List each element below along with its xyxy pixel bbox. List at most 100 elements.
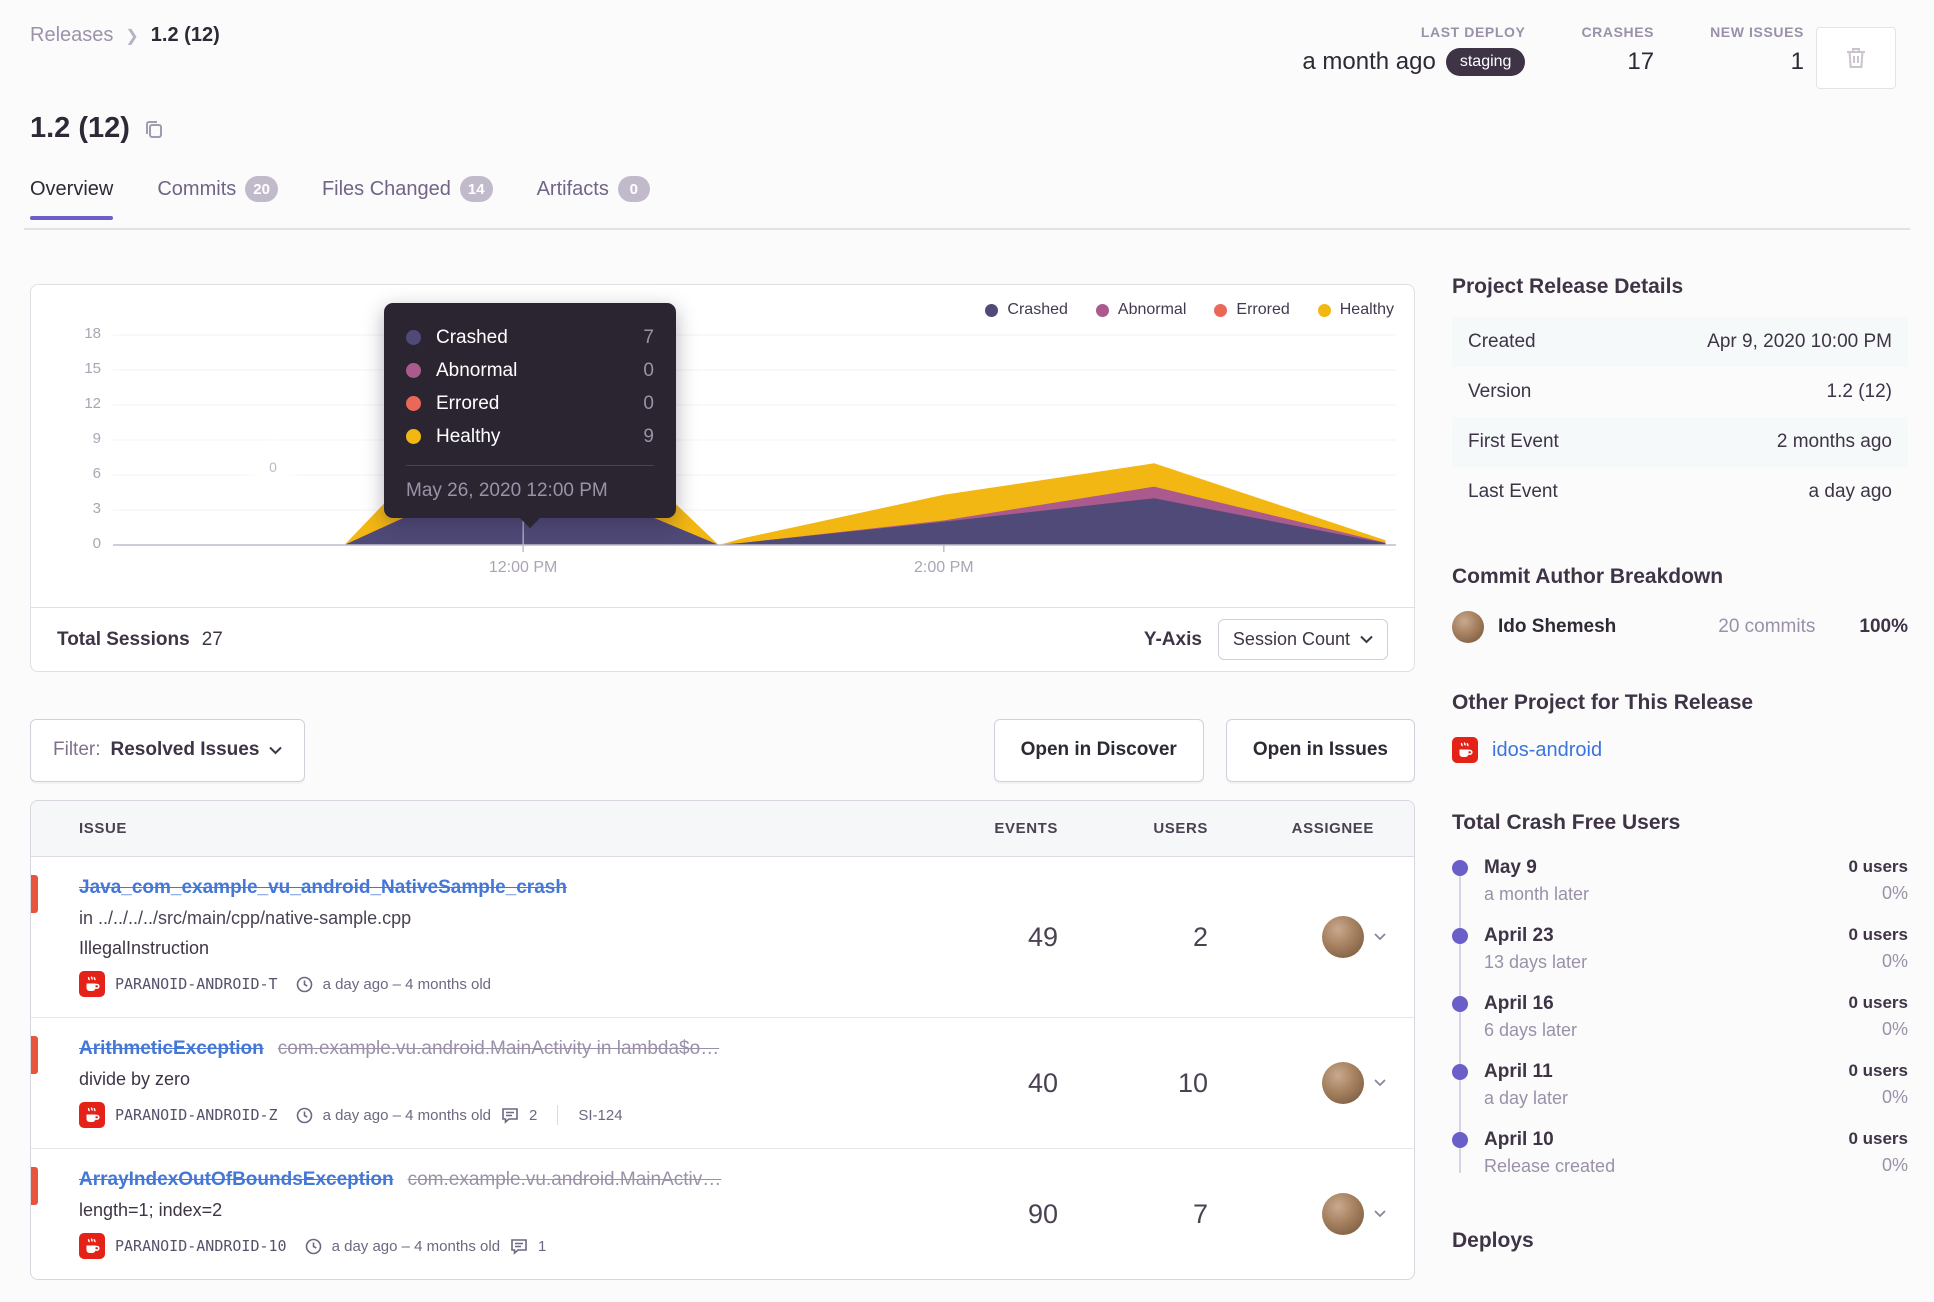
release-sidebar: Project Release Details Created Apr 9, 20…	[1452, 275, 1908, 1253]
tab-commits[interactable]: Commits 20	[157, 176, 278, 220]
project-slug: PARANOID-ANDROID-10	[115, 1237, 287, 1255]
crash-free-percent: 0%	[1881, 1155, 1908, 1175]
issue-level-indicator	[31, 875, 38, 913]
chevron-down-icon	[1360, 635, 1373, 644]
assignee-cell[interactable]	[1234, 1018, 1414, 1148]
legend-item-abnormal[interactable]: Abnormal	[1095, 301, 1186, 319]
details-table: Created Apr 9, 2020 10:00 PM Version 1.2 (…	[1452, 317, 1908, 517]
chart-footer: Total Sessions 27 Y-Axis Session Count	[31, 607, 1414, 671]
y-axis-tick: 0	[92, 535, 101, 552]
issue-title-link[interactable]: ArithmeticException	[79, 1038, 264, 1059]
issues-table-header: ISSUE EVENTS USERS ASSIGNEE	[31, 801, 1414, 857]
java-project-icon	[79, 971, 105, 997]
crash-free-item: April 11 a day later 0 users 0%	[1452, 1061, 1908, 1109]
series-dot-icon	[406, 429, 421, 444]
sessions-chart-card: Crashed Abnormal Errored Healthy 0 3 6 9 12 15 18…	[30, 284, 1415, 672]
legend-item-healthy[interactable]: Healthy	[1317, 301, 1394, 319]
legend-item-errored[interactable]: Errored	[1214, 301, 1290, 319]
legend-item-crashed[interactable]: Crashed	[985, 301, 1068, 319]
issue-culprit: com.example.vu.android.MainActiv…	[407, 1169, 722, 1190]
y-axis-tick: 6	[92, 465, 101, 482]
crash-free-sub: Release created	[1484, 1156, 1616, 1176]
deploys-heading: Deploys	[1452, 1229, 1534, 1252]
copy-icon[interactable]	[144, 119, 164, 139]
tab-overview[interactable]: Overview	[30, 176, 114, 220]
crash-free-item: April 16 6 days later 0 users 0%	[1452, 993, 1908, 1041]
avatar	[1452, 611, 1484, 643]
column-users: USERS	[1153, 820, 1208, 837]
last-deploy-value: a month ago	[1302, 48, 1436, 75]
issue-short-id: SI-124	[578, 1106, 623, 1124]
assignee-cell[interactable]	[1234, 1149, 1414, 1279]
open-in-discover-button[interactable]: Open in Discover	[993, 718, 1204, 782]
author-percent: 100%	[1859, 616, 1908, 637]
x-axis-tick: 12:00 PM	[488, 559, 558, 576]
crash-free-users: 0 users	[1848, 925, 1908, 944]
issue-age: a day ago – 4 months old	[322, 975, 492, 993]
stat-label: LAST DEPLOY	[1420, 24, 1526, 40]
avatar	[1322, 1062, 1364, 1104]
crash-free-users: 0 users	[1848, 1129, 1908, 1148]
sessions-area-chart[interactable]	[113, 327, 1396, 567]
crash-free-date: April 16	[1484, 993, 1554, 1014]
stat-label: NEW ISSUES	[1710, 24, 1804, 40]
chevron-right-icon: ❯	[125, 27, 139, 45]
y-axis-tick: 12	[84, 395, 101, 412]
detail-row-created: Created Apr 9, 2020 10:00 PM	[1452, 317, 1908, 367]
crash-free-sub: 6 days later	[1484, 1020, 1578, 1040]
y-axis-tick: 15	[84, 360, 101, 377]
chevron-down-icon	[1374, 1210, 1386, 1218]
issue-row[interactable]: Java_com_example_vu_android_NativeSample…	[31, 857, 1414, 1018]
y-axis-tick: 9	[92, 430, 101, 447]
crash-free-timeline: May 9 a month later 0 users 0% April 23 …	[1452, 857, 1908, 1177]
other-project-link[interactable]: idos-android	[1492, 739, 1602, 762]
issue-row[interactable]: ArrayIndexOutOfBoundsException com.exampl…	[31, 1149, 1414, 1279]
crash-free-sub: 13 days later	[1484, 952, 1588, 972]
crash-free-percent: 0%	[1881, 1087, 1908, 1107]
breadcrumb: Releases ❯ 1.2 (12)	[30, 24, 220, 47]
issue-title-link[interactable]: Java_com_example_vu_android_NativeSample…	[79, 877, 567, 898]
tab-files-changed[interactable]: Files Changed 14	[322, 176, 493, 220]
issues-filter-select[interactable]: Filter: Resolved Issues	[30, 718, 306, 782]
issue-events-count: 40	[1027, 1067, 1058, 1098]
crash-free-sub: a day later	[1484, 1088, 1569, 1108]
issue-title-link[interactable]: ArrayIndexOutOfBoundsException	[79, 1169, 394, 1190]
breadcrumb-current: 1.2 (12)	[150, 24, 220, 46]
timeline-dot-icon	[1452, 928, 1468, 944]
timeline-dot-icon	[1452, 996, 1468, 1012]
comment-icon	[511, 1238, 527, 1255]
yaxis-select[interactable]: Session Count	[1217, 619, 1388, 660]
author-commit-count: 20 commits	[1718, 616, 1816, 637]
assignee-cell[interactable]	[1234, 857, 1414, 1017]
release-tabs: Overview Commits 20 Files Changed 14 Artif…	[30, 176, 650, 220]
legend-dot-icon	[1214, 303, 1228, 317]
issue-message: divide by zero	[79, 1069, 191, 1089]
crash-free-users: 0 users	[1848, 1061, 1908, 1080]
chevron-down-icon	[269, 746, 283, 754]
issue-message: length=1; index=2	[79, 1200, 223, 1220]
crash-free-percent: 0%	[1881, 1019, 1908, 1039]
issue-age: a day ago – 4 months old	[331, 1237, 501, 1255]
issue-age: a day ago – 4 months old	[322, 1106, 492, 1124]
avatar	[1322, 916, 1364, 958]
column-assignee: ASSIGNEE	[1291, 820, 1374, 837]
crash-free-date: April 23	[1484, 925, 1554, 946]
java-project-icon	[1452, 737, 1478, 763]
timeline-dot-icon	[1452, 860, 1468, 876]
tooltip-row-crashed: Crashed 7	[406, 321, 654, 354]
open-in-issues-button[interactable]: Open in Issues	[1225, 718, 1415, 782]
issue-level-indicator	[31, 1036, 38, 1074]
tab-artifacts[interactable]: Artifacts 0	[537, 176, 650, 220]
breadcrumb-releases-link[interactable]: Releases	[30, 24, 113, 47]
stat-new-issues: NEW ISSUES 1	[1710, 24, 1804, 76]
delete-release-button[interactable]	[1816, 27, 1896, 89]
total-sessions-label: Total Sessions	[57, 628, 190, 650]
stat-crashes: CRASHES 17	[1581, 24, 1654, 76]
java-project-icon	[79, 1102, 105, 1128]
series-dot-icon	[406, 363, 421, 378]
legend-dot-icon	[985, 303, 999, 317]
crashes-value: 17	[1627, 48, 1655, 75]
issue-row[interactable]: ArithmeticException com.example.vu.androi…	[31, 1018, 1414, 1149]
issue-users-count: 10	[1177, 1067, 1208, 1098]
crash-free-percent: 0%	[1881, 883, 1908, 903]
